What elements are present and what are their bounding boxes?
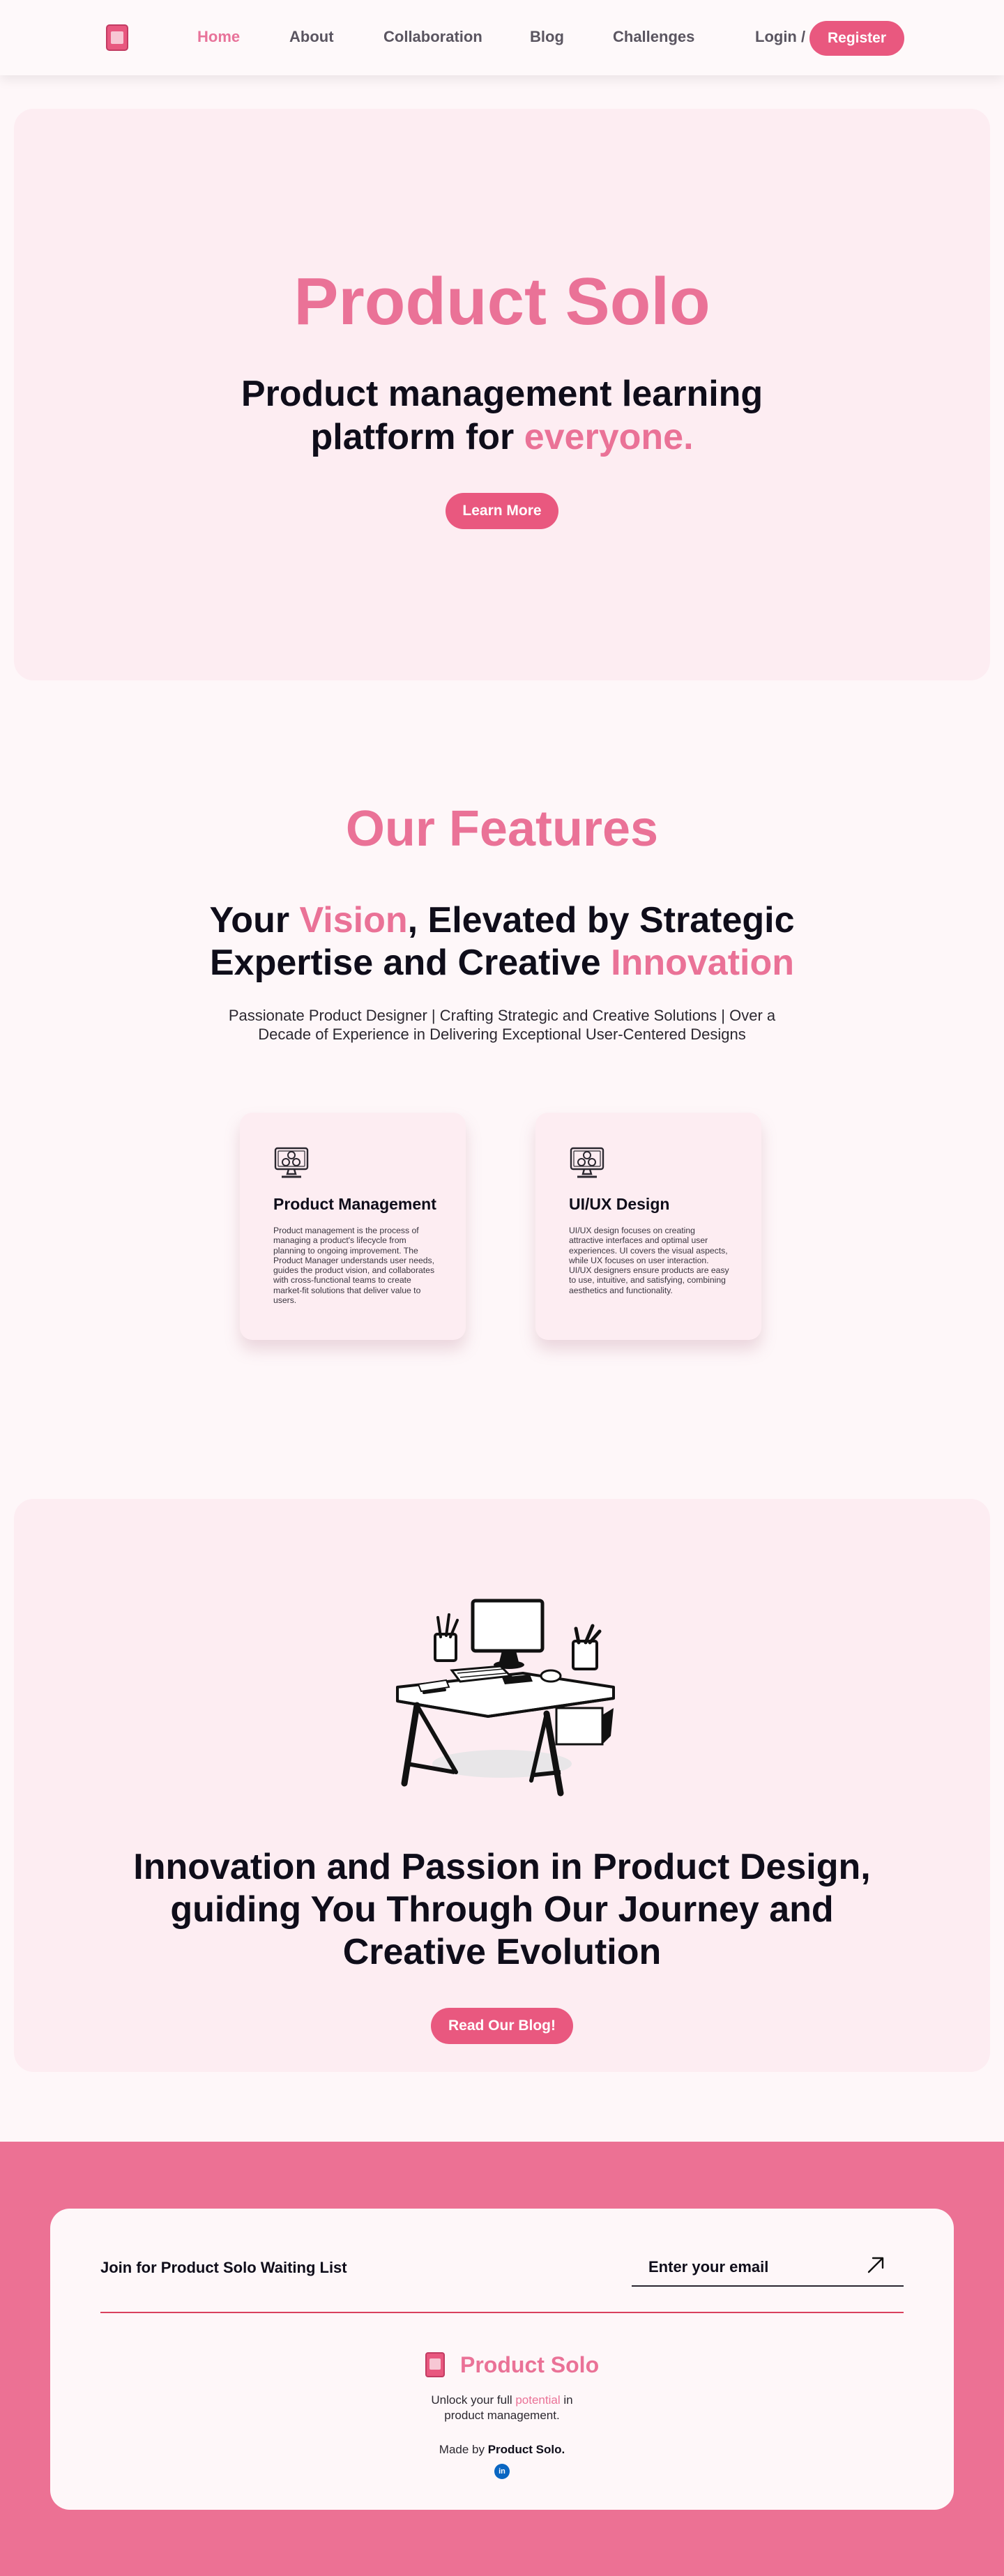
innovation-line2: guiding You Through Our Journey and [170, 1889, 834, 1930]
hero-section: Product Solo Product management learning… [14, 109, 990, 680]
logo-icon[interactable] [106, 24, 128, 51]
card-text: UI/UX design focuses on creating attract… [569, 1226, 729, 1295]
footer: Join for Product Solo Waiting List Produ… [0, 2142, 1004, 2576]
features-subtitle: Your Vision, Elevated by Strategic Exper… [0, 899, 1004, 984]
hero-subtitle-line2: platform for everyone. [14, 416, 990, 459]
nav-collaboration[interactable]: Collaboration [383, 28, 482, 46]
arrow-up-right-icon [867, 2257, 884, 2273]
nav-blog[interactable]: Blog [530, 28, 564, 46]
features-sub-text: , Elevated by Strategic [407, 900, 795, 940]
hero-subtitle: Product management learning platform for… [14, 372, 990, 459]
computer-gears-icon [274, 1147, 309, 1178]
nav-home[interactable]: Home [197, 28, 240, 46]
features-subtitle-line2: Expertise and Creative Innovation [0, 942, 1004, 984]
made-by-brand: Product Solo. [487, 2443, 565, 2456]
features-subtitle-line1: Your Vision, Elevated by Strategic [0, 899, 1004, 942]
desk-illustration [396, 1599, 615, 1797]
submit-arrow-button[interactable] [862, 2252, 890, 2280]
footer-tagline-line2: product management. [444, 2409, 560, 2422]
footer-logo-icon [425, 2352, 445, 2377]
card-text: Product management is the process of man… [273, 1226, 435, 1306]
feature-card-uiux-design: UI/UX Design UI/UX design focuses on cre… [535, 1113, 761, 1340]
waitlist-label: Join for Product Solo Waiting List [100, 2259, 347, 2276]
features-title: Our Features [345, 801, 659, 857]
top-nav: Home About Collaboration Blog Challenges… [0, 0, 1004, 75]
card-title: Product Management [273, 1195, 436, 1213]
footer-tagline: Unlock your full potential in product ma… [50, 2393, 954, 2423]
read-blog-button[interactable]: Read Our Blog! [431, 2008, 573, 2044]
made-by: Made by Product Solo. [50, 2443, 954, 2457]
footer-card: Join for Product Solo Waiting List Produ… [50, 2209, 954, 2510]
tagline-highlight: potential [515, 2393, 561, 2407]
hero-highlight: everyone. [524, 417, 694, 457]
tagline-text: in [560, 2393, 573, 2407]
features-sub-text: Expertise and Creative [209, 943, 611, 983]
card-title: UI/UX Design [569, 1195, 670, 1213]
linkedin-icon[interactable]: in [494, 2464, 510, 2479]
footer-divider [100, 2312, 904, 2313]
innovation-title: Innovation and Passion in Product Design… [14, 1846, 990, 1974]
footer-brand: Product Solo [460, 2352, 600, 2377]
email-input[interactable] [648, 2255, 858, 2280]
footer-tagline-line1: Unlock your full potential in [50, 2393, 954, 2408]
features-description: Passionate Product Designer | Crafting S… [228, 1007, 776, 1043]
features-highlight-innovation: Innovation [611, 943, 795, 983]
nav-about[interactable]: About [289, 28, 334, 46]
nav-challenges[interactable]: Challenges [613, 28, 694, 46]
hero-title: Product Solo [294, 264, 710, 339]
feature-card-product-management: Product Management Product management is… [240, 1113, 466, 1340]
features-sub-text: Your [209, 900, 300, 940]
hero-subtitle-line1: Product management learning [241, 374, 763, 414]
tagline-text: Unlock your full [431, 2393, 516, 2407]
register-button[interactable]: Register [809, 21, 904, 56]
login-link[interactable]: Login / [755, 28, 805, 46]
innovation-line1: Innovation and Passion in Product Design… [133, 1847, 871, 1887]
features-highlight-vision: Vision [299, 900, 408, 940]
computer-gears-icon [570, 1147, 604, 1178]
innovation-section: Innovation and Passion in Product Design… [14, 1499, 990, 2072]
hero-subtitle-text: platform for [310, 417, 524, 457]
innovation-line3: Creative Evolution [342, 1932, 662, 1972]
made-by-text: Made by [439, 2443, 488, 2456]
learn-more-button[interactable]: Learn More [446, 493, 558, 529]
email-form [632, 2248, 904, 2287]
